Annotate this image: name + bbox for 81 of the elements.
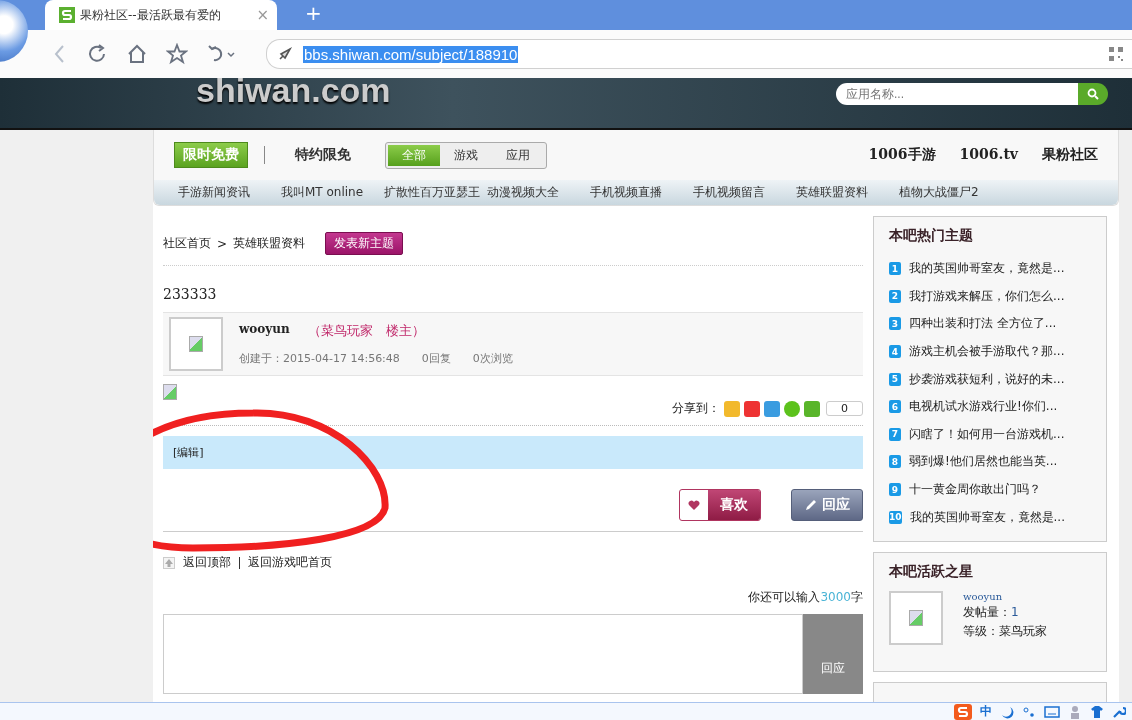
rank-badge: 10 xyxy=(889,510,902,524)
search-icon xyxy=(1087,88,1099,100)
search-field[interactable]: 应用名称... xyxy=(836,83,1078,105)
submit-reply-button[interactable]: 回应 xyxy=(803,614,863,694)
pencil-icon xyxy=(804,498,818,512)
sub-nav-link[interactable]: 手游新闻资讯 xyxy=(178,184,281,201)
author-tags: （菜鸟玩家 楼主） xyxy=(307,322,425,341)
breadcrumb-separator: > xyxy=(217,236,228,251)
back-home-link[interactable]: 返回游戏吧首页 xyxy=(248,554,332,571)
topic-link[interactable]: 四种出装和打法 全方位了... xyxy=(909,315,1057,333)
browser-tab[interactable]: 果粉社区--最活跃最有爱的 × xyxy=(45,0,277,30)
rank-badge: 6 xyxy=(889,400,901,414)
nav-link[interactable]: 果粉社区 xyxy=(1042,146,1098,164)
nav-link[interactable]: 1006.tv xyxy=(959,146,1018,164)
broken-image-icon xyxy=(163,384,177,400)
rank-badge: 4 xyxy=(889,345,901,359)
panel-title: 本吧热门主题 xyxy=(889,227,974,245)
rank-badge: 3 xyxy=(889,317,901,331)
ime-mode[interactable]: 中 xyxy=(980,703,992,720)
panel-title: 本吧活跃之星 xyxy=(889,562,974,581)
sub-nav-link[interactable]: 手机视频留言 xyxy=(693,184,796,201)
edit-link[interactable]: [编辑] xyxy=(173,446,204,459)
new-topic-button[interactable]: 发表新主题 xyxy=(325,232,404,255)
rank-badge: 8 xyxy=(889,455,901,469)
user-level: 等级：菜鸟玩家 xyxy=(963,622,1047,640)
home-icon[interactable] xyxy=(126,43,148,65)
nav-link[interactable]: 1006手游 xyxy=(868,146,936,164)
user-name[interactable]: wooyun xyxy=(963,590,1047,602)
rank-badge: 9 xyxy=(889,483,901,497)
topic-link[interactable]: 十一黄金周你敢出门吗？ xyxy=(909,481,1041,499)
heart-icon xyxy=(688,499,700,511)
reply-count: 0回复 xyxy=(421,350,451,366)
sub-nav-link[interactable]: 手机视频直播 xyxy=(590,184,693,201)
up-arrow-icon xyxy=(163,556,175,569)
sub-nav-link[interactable]: 动漫视频大全 xyxy=(487,184,590,201)
filter-tab[interactable]: 游戏 xyxy=(440,144,492,166)
broken-image-icon xyxy=(189,336,203,352)
reply-button[interactable]: 回应 xyxy=(791,489,863,521)
share-label: 分享到： xyxy=(672,400,720,417)
share-count: 0 xyxy=(826,401,863,416)
breadcrumb-link[interactable]: 社区首页 xyxy=(163,235,211,252)
favicon-icon xyxy=(59,7,75,23)
reload-icon[interactable] xyxy=(86,43,108,65)
person-icon[interactable] xyxy=(1068,704,1082,719)
remaining-chars: 你还可以输入3000字 xyxy=(747,589,863,606)
like-button[interactable]: 喜欢 xyxy=(679,489,761,521)
topic-link[interactable]: 电视机试水游戏行业!你们... xyxy=(909,398,1058,416)
sub-nav-link[interactable]: 植物大战僵尸2 xyxy=(899,184,1002,201)
author-name[interactable]: wooyun xyxy=(239,322,290,341)
topic-link[interactable]: 我打游戏来解压，你们怎么... xyxy=(909,287,1065,305)
sub-nav-link[interactable]: 英雄联盟资料 xyxy=(796,184,899,201)
shirt-icon[interactable] xyxy=(1090,704,1104,719)
broken-image-icon xyxy=(909,609,923,626)
rank-badge: 1 xyxy=(889,262,901,276)
sub-nav-link[interactable]: 我叫MT online xyxy=(281,184,384,201)
topic-link[interactable]: 我的英国帅哥室友，竟然是... xyxy=(909,260,1065,278)
input-method-icon[interactable] xyxy=(954,703,972,720)
breadcrumb-link[interactable]: 英雄联盟资料 xyxy=(233,235,306,252)
rank-badge: 5 xyxy=(889,372,901,386)
topic-link[interactable]: 我的英国帅哥室友，竟然是... xyxy=(909,508,1065,526)
qr-code-icon[interactable] xyxy=(1108,46,1124,62)
search-button[interactable] xyxy=(1078,83,1108,105)
post-count: 发帖量：1 xyxy=(963,603,1020,621)
topic-link[interactable]: 游戏主机会被手游取代？那... xyxy=(909,343,1065,361)
topic-link[interactable]: 弱到爆!他们居然也能当英... xyxy=(909,453,1058,471)
created-time: 创建于：2015-04-17 14:56:48 xyxy=(239,350,400,366)
back-to-top-link[interactable]: 返回顶部 xyxy=(183,554,231,571)
sub-nav-link[interactable]: 扩散性百万亚瑟王 xyxy=(384,184,487,201)
site-logo[interactable]: shiwan.com xyxy=(196,70,391,110)
view-count: 0次浏览 xyxy=(472,350,513,366)
moon-icon[interactable] xyxy=(1000,704,1014,719)
topic-link[interactable]: 闪瞎了！如何用一台游戏机... xyxy=(909,425,1065,443)
nav-link[interactable]: 特约限免 xyxy=(295,146,351,164)
filter-tab[interactable]: 应用 xyxy=(492,144,544,166)
reply-input[interactable] xyxy=(163,614,803,694)
punctuation-icon[interactable] xyxy=(1022,704,1036,719)
topic-link[interactable]: 抄袭游戏获短利，说好的未... xyxy=(909,370,1065,388)
rank-badge: 2 xyxy=(889,289,901,303)
post-title: 233333 xyxy=(163,285,218,304)
keyboard-icon[interactable] xyxy=(1044,704,1060,719)
rank-badge: 7 xyxy=(889,427,901,441)
